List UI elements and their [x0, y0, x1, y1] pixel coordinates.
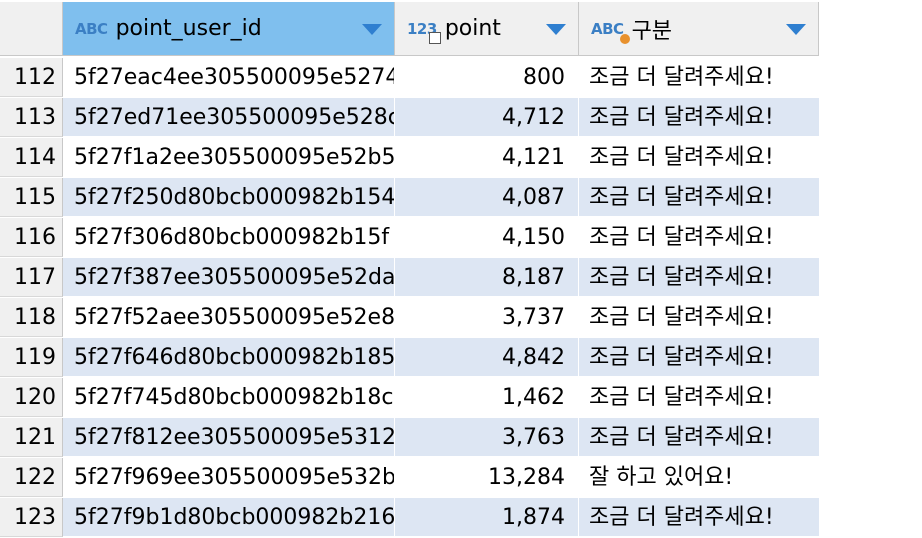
- row-number[interactable]: 112: [0, 58, 63, 97]
- cell-point[interactable]: 8,187: [395, 258, 579, 297]
- column-name: 구분: [631, 18, 673, 44]
- cell-point-user-id[interactable]: 5f27f52aee305500095e52e8: [63, 298, 395, 337]
- cell-point-user-id[interactable]: 5f27f387ee305500095e52da: [63, 258, 395, 297]
- row-number[interactable]: 119: [0, 338, 63, 377]
- table-row[interactable]: 115 5f27f250d80bcb000982b154 4,087 조금 더 달려주…: [0, 178, 922, 218]
- cell-category[interactable]: 조금 더 달려주세요!: [579, 58, 819, 97]
- cell-point-user-id[interactable]: 5f27f646d80bcb000982b185: [63, 338, 395, 377]
- sort-arrow-icon[interactable]: [786, 24, 806, 35]
- column-header-point-user-id[interactable]: ABC point_user_id: [63, 2, 395, 56]
- cell-point-user-id[interactable]: 5f27f250d80bcb000982b154: [63, 178, 395, 217]
- cell-category[interactable]: 조금 더 달려주세요!: [579, 258, 819, 297]
- row-number[interactable]: 120: [0, 378, 63, 417]
- row-number[interactable]: 123: [0, 498, 63, 537]
- cell-point[interactable]: 4,842: [395, 338, 579, 377]
- cell-category[interactable]: 조금 더 달려주세요!: [579, 498, 819, 537]
- row-number[interactable]: 115: [0, 178, 63, 217]
- table-row[interactable]: 116 5f27f306d80bcb000982b15f 4,150 조금 더 달려주…: [0, 218, 922, 258]
- cell-point[interactable]: 13,284: [395, 458, 579, 497]
- cell-point-user-id[interactable]: 5f27f9b1d80bcb000982b216: [63, 498, 395, 537]
- cell-category[interactable]: 조금 더 달려주세요!: [579, 378, 819, 417]
- string-type-icon: ABC: [75, 19, 108, 38]
- row-number[interactable]: 117: [0, 258, 63, 297]
- column-name: point: [444, 16, 501, 41]
- cell-point[interactable]: 800: [395, 58, 579, 97]
- cell-point-user-id[interactable]: 5f27ed71ee305500095e528c: [63, 98, 395, 137]
- table-row[interactable]: 121 5f27f812ee305500095e5312 3,763 조금 더 달려주…: [0, 418, 922, 458]
- cell-point[interactable]: 4,087: [395, 178, 579, 217]
- cell-point[interactable]: 1,462: [395, 378, 579, 417]
- cell-point-user-id[interactable]: 5f27f969ee305500095e532b: [63, 458, 395, 497]
- cell-category[interactable]: 조금 더 달려주세요!: [579, 178, 819, 217]
- row-number[interactable]: 113: [0, 98, 63, 137]
- table-row[interactable]: 112 5f27eac4ee305500095e5274 800 조금 더 달려주세요…: [0, 58, 922, 98]
- cell-point-user-id[interactable]: 5f27f306d80bcb000982b15f: [63, 218, 395, 257]
- cell-point[interactable]: 1,874: [395, 498, 579, 537]
- cell-point-user-id[interactable]: 5f27f812ee305500095e5312: [63, 418, 395, 457]
- cell-point[interactable]: 3,737: [395, 298, 579, 337]
- row-number[interactable]: 122: [0, 458, 63, 497]
- table-row[interactable]: 117 5f27f387ee305500095e52da 8,187 조금 더 달려주…: [0, 258, 922, 298]
- cell-point-user-id[interactable]: 5f27f745d80bcb000982b18c: [63, 378, 395, 417]
- cell-point-user-id[interactable]: 5f27f1a2ee305500095e52b5: [63, 138, 395, 177]
- cell-category[interactable]: 잘 하고 있어요!: [579, 458, 819, 497]
- cell-point[interactable]: 3,763: [395, 418, 579, 457]
- header-row: ABC point_user_id 123 point ABC 구분: [0, 0, 922, 58]
- cell-point[interactable]: 4,121: [395, 138, 579, 177]
- cell-category[interactable]: 조금 더 달려주세요!: [579, 218, 819, 257]
- table-row[interactable]: 113 5f27ed71ee305500095e528c 4,712 조금 더 달려주…: [0, 98, 922, 138]
- cell-category[interactable]: 조금 더 달려주세요!: [579, 138, 819, 177]
- cell-point-user-id[interactable]: 5f27eac4ee305500095e5274: [63, 58, 395, 97]
- row-number[interactable]: 118: [0, 298, 63, 337]
- table-row[interactable]: 123 5f27f9b1d80bcb000982b216 1,874 조금 더 달려주…: [0, 498, 922, 538]
- row-number[interactable]: 114: [0, 138, 63, 177]
- row-number-header[interactable]: [0, 2, 63, 56]
- table-row[interactable]: 122 5f27f969ee305500095e532b 13,284 잘 하고 있어…: [0, 458, 922, 498]
- cell-category[interactable]: 조금 더 달려주세요!: [579, 98, 819, 137]
- computed-column-dot-icon: [619, 33, 630, 44]
- column-name: point_user_id: [115, 16, 262, 41]
- cell-category[interactable]: 조금 더 달려주세요!: [579, 418, 819, 457]
- cell-category[interactable]: 조금 더 달려주세요!: [579, 338, 819, 377]
- table-row[interactable]: 114 5f27f1a2ee305500095e52b5 4,121 조금 더 달려주…: [0, 138, 922, 178]
- row-number[interactable]: 121: [0, 418, 63, 457]
- row-number[interactable]: 116: [0, 218, 63, 257]
- cell-category[interactable]: 조금 더 달려주세요!: [579, 298, 819, 337]
- result-grid: ABC point_user_id 123 point ABC 구분 112 5f…: [0, 0, 922, 538]
- table-row[interactable]: 120 5f27f745d80bcb000982b18c 1,462 조금 더 달려주…: [0, 378, 922, 418]
- column-header-point[interactable]: 123 point: [395, 2, 579, 56]
- key-badge-icon: [428, 31, 441, 44]
- table-row[interactable]: 119 5f27f646d80bcb000982b185 4,842 조금 더 달려주…: [0, 338, 922, 378]
- cell-point[interactable]: 4,150: [395, 218, 579, 257]
- table-row[interactable]: 118 5f27f52aee305500095e52e8 3,737 조금 더 달려주…: [0, 298, 922, 338]
- number-type-icon: 123: [407, 20, 441, 44]
- cell-point[interactable]: 4,712: [395, 98, 579, 137]
- column-header-category[interactable]: ABC 구분: [579, 2, 819, 56]
- string-type-icon: ABC: [591, 20, 630, 44]
- sort-arrow-icon[interactable]: [362, 24, 382, 35]
- sort-arrow-icon[interactable]: [546, 24, 566, 35]
